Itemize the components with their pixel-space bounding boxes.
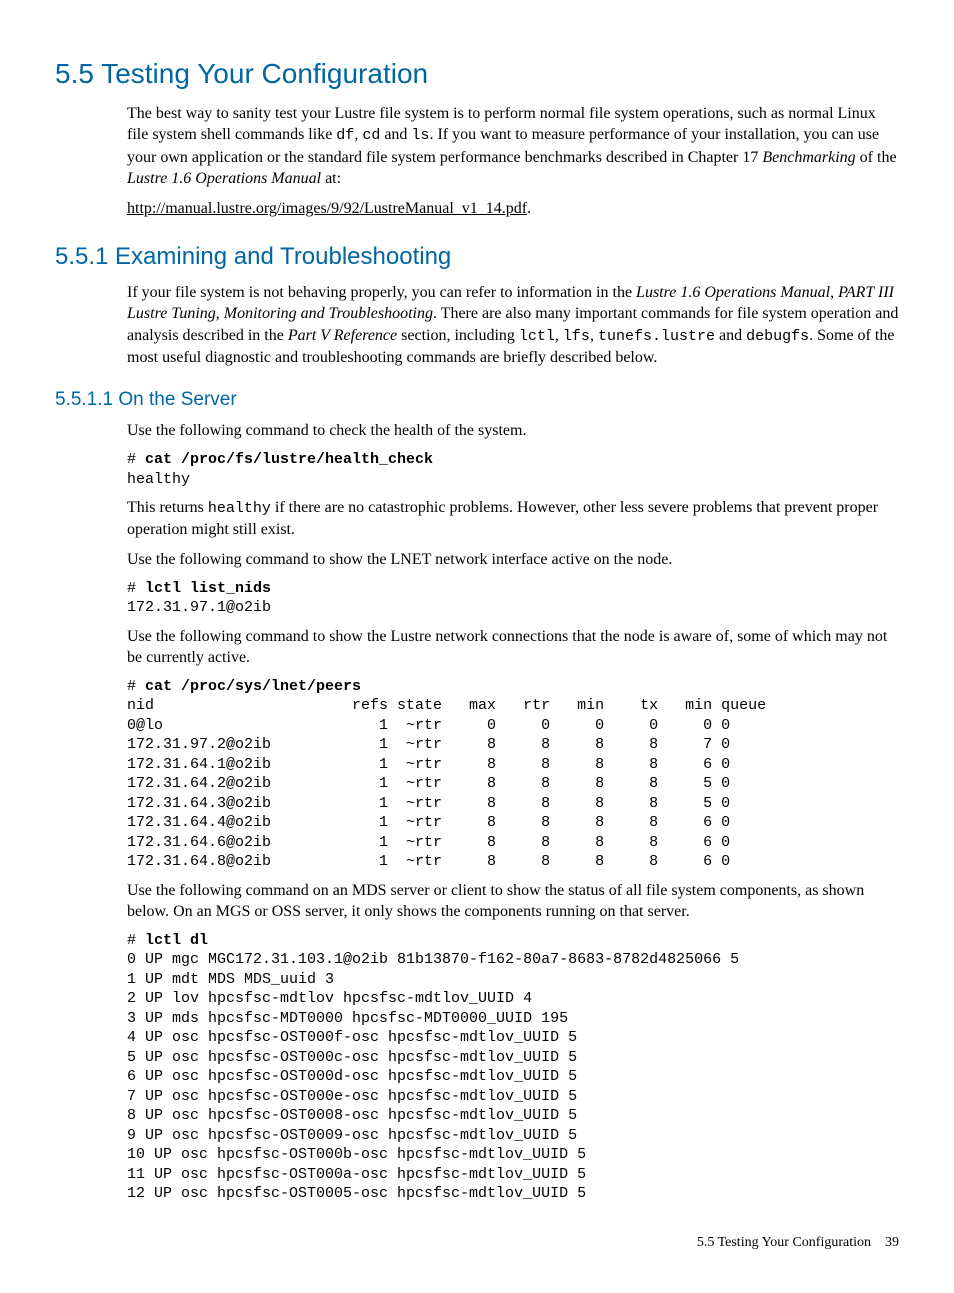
inline-code: cd	[362, 127, 380, 144]
code-block-health: # cat /proc/fs/lustre/health_check healt…	[127, 450, 899, 489]
text: This returns	[127, 499, 208, 516]
command: lctl dl	[145, 932, 208, 949]
lctl-dl-intro: Use the following command on an MDS serv…	[127, 880, 899, 923]
code-block-lctl-dl: # lctl dl 0 UP mgc MGC172.31.103.1@o2ib …	[127, 931, 899, 1204]
page-number: 39	[885, 1235, 899, 1250]
health-check-intro: Use the following command to check the h…	[127, 420, 899, 442]
italic-text: Part V Reference	[288, 327, 397, 344]
text: ,	[555, 327, 563, 344]
inline-code: healthy	[208, 500, 271, 517]
page-footer: 5.5 Testing Your Configuration 39	[55, 1234, 899, 1253]
prompt: #	[127, 678, 145, 695]
prompt: #	[127, 580, 145, 597]
output: healthy	[127, 471, 190, 488]
heading-5-5-1: 5.5.1 Examining and Troubleshooting	[55, 241, 899, 273]
prompt: #	[127, 932, 145, 949]
code-block-nids: # lctl list_nids 172.31.97.1@o2ib	[127, 579, 899, 618]
command: lctl list_nids	[145, 580, 271, 597]
intro-paragraph: The best way to sanity test your Lustre …	[127, 103, 899, 190]
text: and	[380, 126, 411, 143]
peers-intro: Use the following command to show the Lu…	[127, 626, 899, 669]
command: cat /proc/sys/lnet/peers	[145, 678, 361, 695]
heading-5-5-1-1: 5.5.1.1 On the Server	[55, 387, 899, 413]
footer-section-title: 5.5 Testing Your Configuration	[697, 1235, 871, 1250]
output: 0 UP mgc MGC172.31.103.1@o2ib 81b13870-f…	[127, 951, 739, 1202]
output: 172.31.97.1@o2ib	[127, 599, 271, 616]
inline-code: debugfs	[746, 328, 809, 345]
inline-code: lfs	[563, 328, 590, 345]
output: nid refs state max rtr min tx min queue …	[127, 697, 766, 870]
inline-code: ls	[411, 127, 429, 144]
text: section, including	[397, 327, 519, 344]
link-paragraph: http://manual.lustre.org/images/9/92/Lus…	[127, 198, 899, 220]
code-block-peers: # cat /proc/sys/lnet/peers nid refs stat…	[127, 677, 899, 872]
text: at:	[321, 170, 341, 187]
manual-link[interactable]: http://manual.lustre.org/images/9/92/Lus…	[127, 200, 527, 217]
text: .	[527, 200, 531, 217]
inline-code: lctl	[519, 328, 555, 345]
italic-text: Lustre 1.6 Operations Manual	[127, 170, 321, 187]
heading-5-5: 5.5 Testing Your Configuration	[55, 55, 899, 93]
command: cat /proc/fs/lustre/health_check	[145, 451, 433, 468]
text: ,	[830, 284, 838, 301]
inline-code: tunefs.lustre	[598, 328, 715, 345]
italic-text: Benchmarking	[762, 149, 855, 166]
lnet-intro: Use the following command to show the LN…	[127, 549, 899, 571]
inline-code: df	[336, 127, 354, 144]
text: ,	[590, 327, 598, 344]
troubleshooting-paragraph: If your file system is not behaving prop…	[127, 282, 899, 369]
text: If your file system is not behaving prop…	[127, 284, 636, 301]
italic-text: Lustre 1.6 Operations Manual	[636, 284, 830, 301]
text: of the	[856, 149, 897, 166]
health-check-explanation: This returns healthy if there are no cat…	[127, 497, 899, 541]
text: and	[715, 327, 746, 344]
prompt: #	[127, 451, 145, 468]
